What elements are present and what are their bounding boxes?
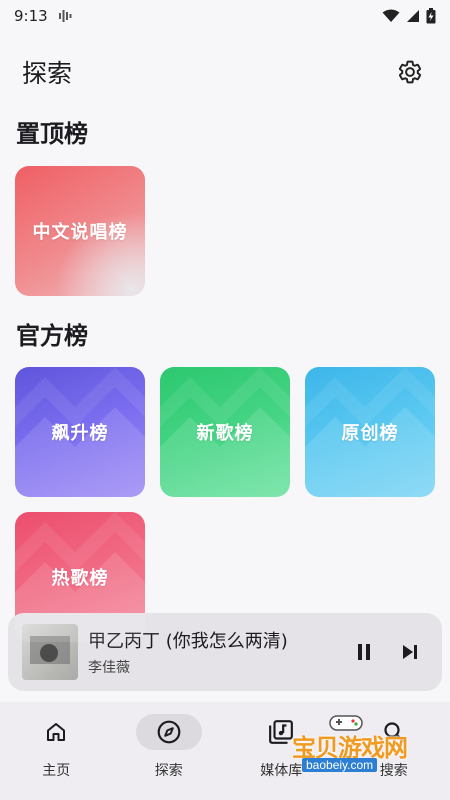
chart-card-label: 新歌榜 [196, 423, 254, 444]
wifi-icon [382, 9, 400, 22]
skip-next-icon [403, 645, 417, 659]
next-button[interactable] [390, 632, 430, 672]
chart-card-label: 中文说唱榜 [32, 222, 128, 243]
chart-card-soaring[interactable]: 飙升榜 [15, 367, 145, 497]
battery-icon [426, 8, 436, 24]
pause-icon [358, 644, 370, 660]
settings-button[interactable] [392, 54, 428, 90]
chart-card-chinese-rap[interactable]: 中文说唱榜 [15, 166, 145, 296]
watermark-url: baobeiy.com [302, 758, 378, 772]
page-title: 探索 [22, 59, 73, 88]
home-icon [47, 723, 66, 741]
nav-icon-container [23, 714, 89, 750]
watermark: 宝贝游戏网 baobeiy.com [292, 712, 418, 778]
nav-item-home[interactable]: 主页 [0, 702, 113, 800]
compass-icon [157, 720, 181, 744]
signal-icon [407, 10, 419, 22]
nav-icon-container [135, 714, 202, 750]
chart-card-new-songs[interactable]: 新歌榜 [160, 367, 290, 497]
status-time: 9:13 [14, 7, 48, 25]
nav-label-explore: 探索 [154, 763, 183, 779]
chart-card-hot-songs[interactable]: 热歌榜 [15, 512, 145, 642]
section-title-official: 官方榜 [16, 322, 88, 350]
chart-card-label: 热歌榜 [51, 568, 109, 589]
status-bar: 9:13 [0, 0, 450, 32]
chart-card-original[interactable]: 原创榜 [305, 367, 435, 497]
pause-button[interactable] [344, 632, 384, 672]
chart-card-label: 原创榜 [341, 423, 399, 444]
library-icon [269, 720, 294, 744]
nav-label-home: 主页 [42, 763, 71, 779]
nav-item-explore[interactable]: 探索 [113, 702, 226, 800]
app-bar: 探索 [0, 44, 450, 100]
section-title-pinned: 置顶榜 [16, 120, 88, 148]
media-icon [58, 10, 72, 22]
track-artist: 李佳薇 [88, 660, 130, 676]
chart-card-label: 飙升榜 [51, 423, 109, 444]
gear-icon [398, 60, 422, 84]
